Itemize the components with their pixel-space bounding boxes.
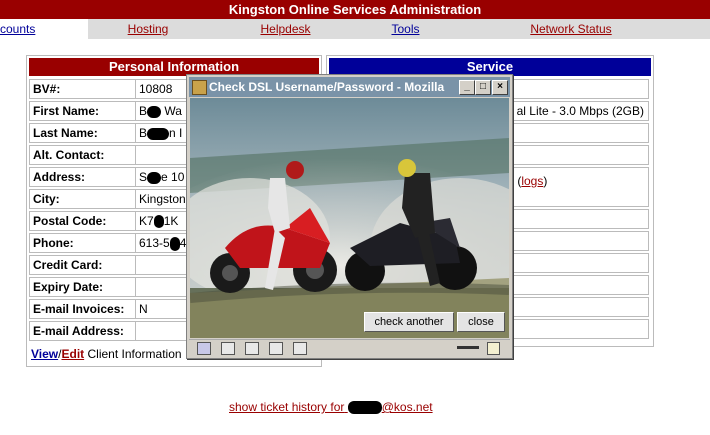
field-value-part: K7 bbox=[139, 214, 154, 228]
connection-icon bbox=[457, 346, 479, 349]
client-info-label: Client Information bbox=[87, 347, 182, 361]
redaction-mark bbox=[147, 105, 162, 118]
motorcycle-photo: check another close bbox=[190, 98, 509, 338]
main-nav: counts Hosting Helpdesk Tools Network St… bbox=[0, 19, 710, 39]
redaction-mark bbox=[153, 215, 164, 229]
address-book-icon[interactable] bbox=[269, 342, 283, 355]
nav-tools[interactable]: Tools bbox=[363, 19, 448, 39]
field-label: Address: bbox=[29, 167, 136, 187]
service-plan-text: al Lite - 3.0 Mbps (2GB) bbox=[516, 104, 644, 118]
nav-network-status[interactable]: Network Status bbox=[448, 19, 694, 39]
ticket-history-link[interactable]: show ticket history for @kos.net bbox=[229, 400, 433, 415]
ticket-history-prefix: show ticket history for bbox=[229, 400, 345, 414]
field-label: Phone: bbox=[29, 233, 136, 253]
nav-hosting[interactable]: Hosting bbox=[88, 19, 208, 39]
field-value-part: S bbox=[139, 170, 148, 184]
redaction-mark bbox=[147, 171, 162, 184]
chat-icon[interactable] bbox=[245, 342, 259, 355]
logs-link[interactable]: logs bbox=[521, 174, 543, 188]
close-button[interactable]: close bbox=[457, 312, 505, 332]
field-label: Alt. Contact: bbox=[29, 145, 136, 165]
field-label: Expiry Date: bbox=[29, 277, 136, 297]
field-value-part: 1K bbox=[163, 214, 179, 228]
redaction-mark bbox=[169, 236, 180, 251]
app-title-bar: Kingston Online Services Administration bbox=[0, 0, 710, 19]
field-label: Last Name: bbox=[29, 123, 136, 143]
popup-title: Check DSL Username/Password - Mozilla bbox=[209, 80, 445, 94]
security-lock-icon bbox=[487, 342, 500, 355]
service-status-text: ) (logs) bbox=[510, 172, 547, 190]
mozilla-icon bbox=[192, 80, 207, 95]
status-suffix: ) bbox=[543, 174, 548, 188]
redaction-mark bbox=[347, 401, 382, 415]
field-value-part: n I bbox=[169, 126, 183, 140]
mail-icon[interactable] bbox=[221, 342, 235, 355]
client-info-links: View/Edit Client Information bbox=[31, 346, 182, 362]
maximize-icon[interactable]: □ bbox=[475, 80, 491, 95]
popup-title-bar[interactable]: Check DSL Username/Password - Mozilla _ … bbox=[189, 77, 510, 97]
field-value-part: Wa bbox=[164, 104, 182, 118]
field-label: Postal Code: bbox=[29, 211, 136, 231]
motorcycle-photo-graphic bbox=[190, 98, 509, 338]
field-value-part: B bbox=[139, 104, 148, 118]
field-label: First Name: bbox=[29, 101, 136, 121]
ticket-history-suffix: @kos.net bbox=[381, 400, 433, 414]
field-label: Credit Card: bbox=[29, 255, 136, 275]
app-title: Kingston Online Services Administration bbox=[228, 2, 482, 17]
field-label: City: bbox=[29, 189, 136, 209]
view-link[interactable]: View bbox=[31, 347, 58, 361]
field-value-part: e 10 bbox=[161, 170, 185, 184]
redaction-mark bbox=[147, 127, 170, 140]
nav-helpdesk[interactable]: Helpdesk bbox=[208, 19, 363, 39]
nav-accounts[interactable]: counts bbox=[0, 19, 88, 39]
navigator-icon[interactable] bbox=[197, 342, 211, 355]
field-label: BV#: bbox=[29, 79, 136, 99]
field-value-part: 613-5 bbox=[139, 236, 170, 250]
field-label: E-mail Invoices: bbox=[29, 299, 136, 319]
check-another-button[interactable]: check another bbox=[364, 312, 454, 332]
ticket-history: show ticket history for @kos.net bbox=[229, 400, 433, 415]
edit-link[interactable]: Edit bbox=[61, 347, 84, 361]
minimize-icon[interactable]: _ bbox=[459, 80, 475, 95]
close-icon[interactable]: × bbox=[492, 80, 508, 95]
field-label: E-mail Address: bbox=[29, 321, 136, 341]
dsl-check-popup: Check DSL Username/Password - Mozilla _ … bbox=[186, 74, 513, 359]
field-value-part: B bbox=[139, 126, 148, 140]
composer-icon[interactable] bbox=[293, 342, 307, 355]
popup-status-bar bbox=[189, 339, 510, 357]
